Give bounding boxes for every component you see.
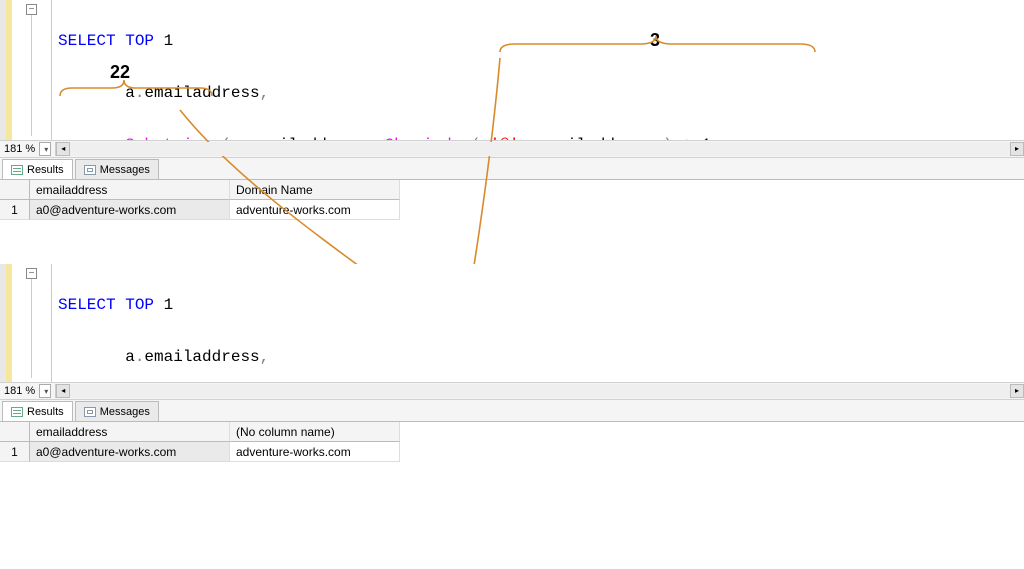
scroll-left-icon[interactable]: ◂ (56, 142, 70, 156)
results-grid-icon (11, 165, 23, 175)
rownum-header (0, 180, 30, 200)
scroll-left-icon[interactable]: ◂ (56, 384, 70, 398)
row-number: 1 (0, 200, 30, 220)
zoom-dropdown[interactable]: ▾ (39, 142, 51, 156)
zoom-dropdown[interactable]: ▾ (39, 384, 51, 398)
keyword-top: TOP (125, 32, 154, 50)
cell-domain[interactable]: adventure-works.com (230, 442, 400, 462)
scroll-right-icon[interactable]: ▸ (1010, 142, 1024, 156)
column-header-email[interactable]: emailaddress (30, 180, 230, 200)
zoom-row-1: 181 % ▾ ◂ ▸ (0, 140, 1024, 158)
rownum-header (0, 422, 30, 442)
horizontal-scrollbar[interactable]: ◂ ▸ (55, 384, 1024, 398)
grid-header-row: emailaddress (No column name) (0, 422, 1024, 442)
horizontal-scrollbar[interactable]: ◂ ▸ (55, 142, 1024, 156)
collapse-icon[interactable]: − (26, 268, 37, 279)
messages-icon (84, 165, 96, 175)
zoom-level: 181 % (4, 385, 35, 397)
tab-messages[interactable]: Messages (75, 159, 159, 179)
zoom-row-2: 181 % ▾ ◂ ▸ (0, 382, 1024, 400)
column-header-email[interactable]: emailaddress (30, 422, 230, 442)
collapse-icon[interactable]: − (26, 4, 37, 15)
keyword-select: SELECT (58, 32, 116, 50)
editor-gutter: − (0, 264, 52, 382)
keyword-top: TOP (125, 296, 154, 314)
zoom-level: 181 % (4, 143, 35, 155)
results-grid-1[interactable]: emailaddress Domain Name 1 a0@adventure-… (0, 180, 1024, 220)
results-tabs-2: Results Messages (0, 400, 1024, 422)
tab-results[interactable]: Results (2, 159, 73, 179)
chevron-down-icon: ▾ (44, 387, 48, 396)
cell-email[interactable]: a0@adventure-works.com (30, 442, 230, 462)
code-editor-1[interactable]: − SELECT TOP 1 a.emailaddress, Substring… (0, 0, 1024, 140)
code-editor-2[interactable]: − SELECT TOP 1 a.emailaddress, Substring… (0, 264, 1024, 382)
column-header-noname[interactable]: (No column name) (230, 422, 400, 442)
chevron-down-icon: ▾ (44, 145, 48, 154)
keyword-select: SELECT (58, 296, 116, 314)
results-grid-icon (11, 407, 23, 417)
grid-data-row[interactable]: 1 a0@adventure-works.com adventure-works… (0, 200, 1024, 220)
grid-header-row: emailaddress Domain Name (0, 180, 1024, 200)
code-text-2[interactable]: SELECT TOP 1 a.emailaddress, Substring(a… (52, 264, 1024, 382)
results-tabs-1: Results Messages (0, 158, 1024, 180)
cell-domain[interactable]: adventure-works.com (230, 200, 400, 220)
tab-results[interactable]: Results (2, 401, 73, 421)
column-header-domain[interactable]: Domain Name (230, 180, 400, 200)
string-literal: '@' (490, 136, 519, 140)
fn-substring: Substring (125, 136, 211, 140)
results-grid-2[interactable]: emailaddress (No column name) 1 a0@adven… (0, 422, 1024, 462)
row-number: 1 (0, 442, 30, 462)
tab-messages[interactable]: Messages (75, 401, 159, 421)
code-text-1[interactable]: SELECT TOP 1 a.emailaddress, Substring (… (52, 0, 1024, 140)
editor-gutter: − (0, 0, 52, 140)
fn-charindex: Charindex (384, 136, 470, 140)
scroll-right-icon[interactable]: ▸ (1010, 384, 1024, 398)
cell-email[interactable]: a0@adventure-works.com (30, 200, 230, 220)
messages-icon (84, 407, 96, 417)
grid-data-row[interactable]: 1 a0@adventure-works.com adventure-works… (0, 442, 1024, 462)
